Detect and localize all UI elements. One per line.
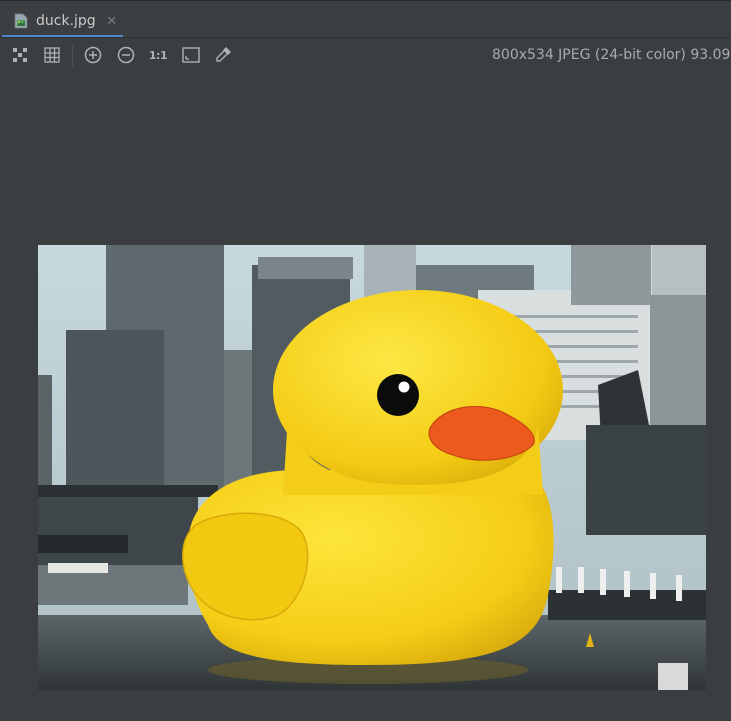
actual-size-button[interactable]: 1:1 bbox=[148, 45, 168, 65]
zoom-in-icon[interactable] bbox=[83, 45, 103, 65]
fit-to-screen-icon[interactable] bbox=[10, 45, 30, 65]
zoom-out-icon[interactable] bbox=[116, 45, 136, 65]
fit-window-icon[interactable] bbox=[181, 45, 201, 65]
color-picker-icon[interactable] bbox=[213, 45, 233, 65]
image-viewer-window: duck.jpg ✕ 1:1 800x534 JPEG (24-bit colo… bbox=[0, 0, 731, 721]
image-file-icon bbox=[14, 13, 28, 29]
editor-tab-bar: duck.jpg ✕ bbox=[0, 0, 731, 38]
tab-label: duck.jpg bbox=[36, 13, 96, 29]
grid-toggle-icon[interactable] bbox=[42, 45, 62, 65]
image-preview bbox=[38, 245, 706, 690]
toolbar-separator bbox=[72, 45, 73, 67]
editor-tab-duck[interactable]: duck.jpg ✕ bbox=[2, 4, 123, 38]
image-info-text: 800x534 JPEG (24-bit color) 93.09 k bbox=[492, 47, 731, 63]
close-icon[interactable]: ✕ bbox=[105, 14, 119, 29]
actual-size-label: 1:1 bbox=[148, 48, 168, 62]
